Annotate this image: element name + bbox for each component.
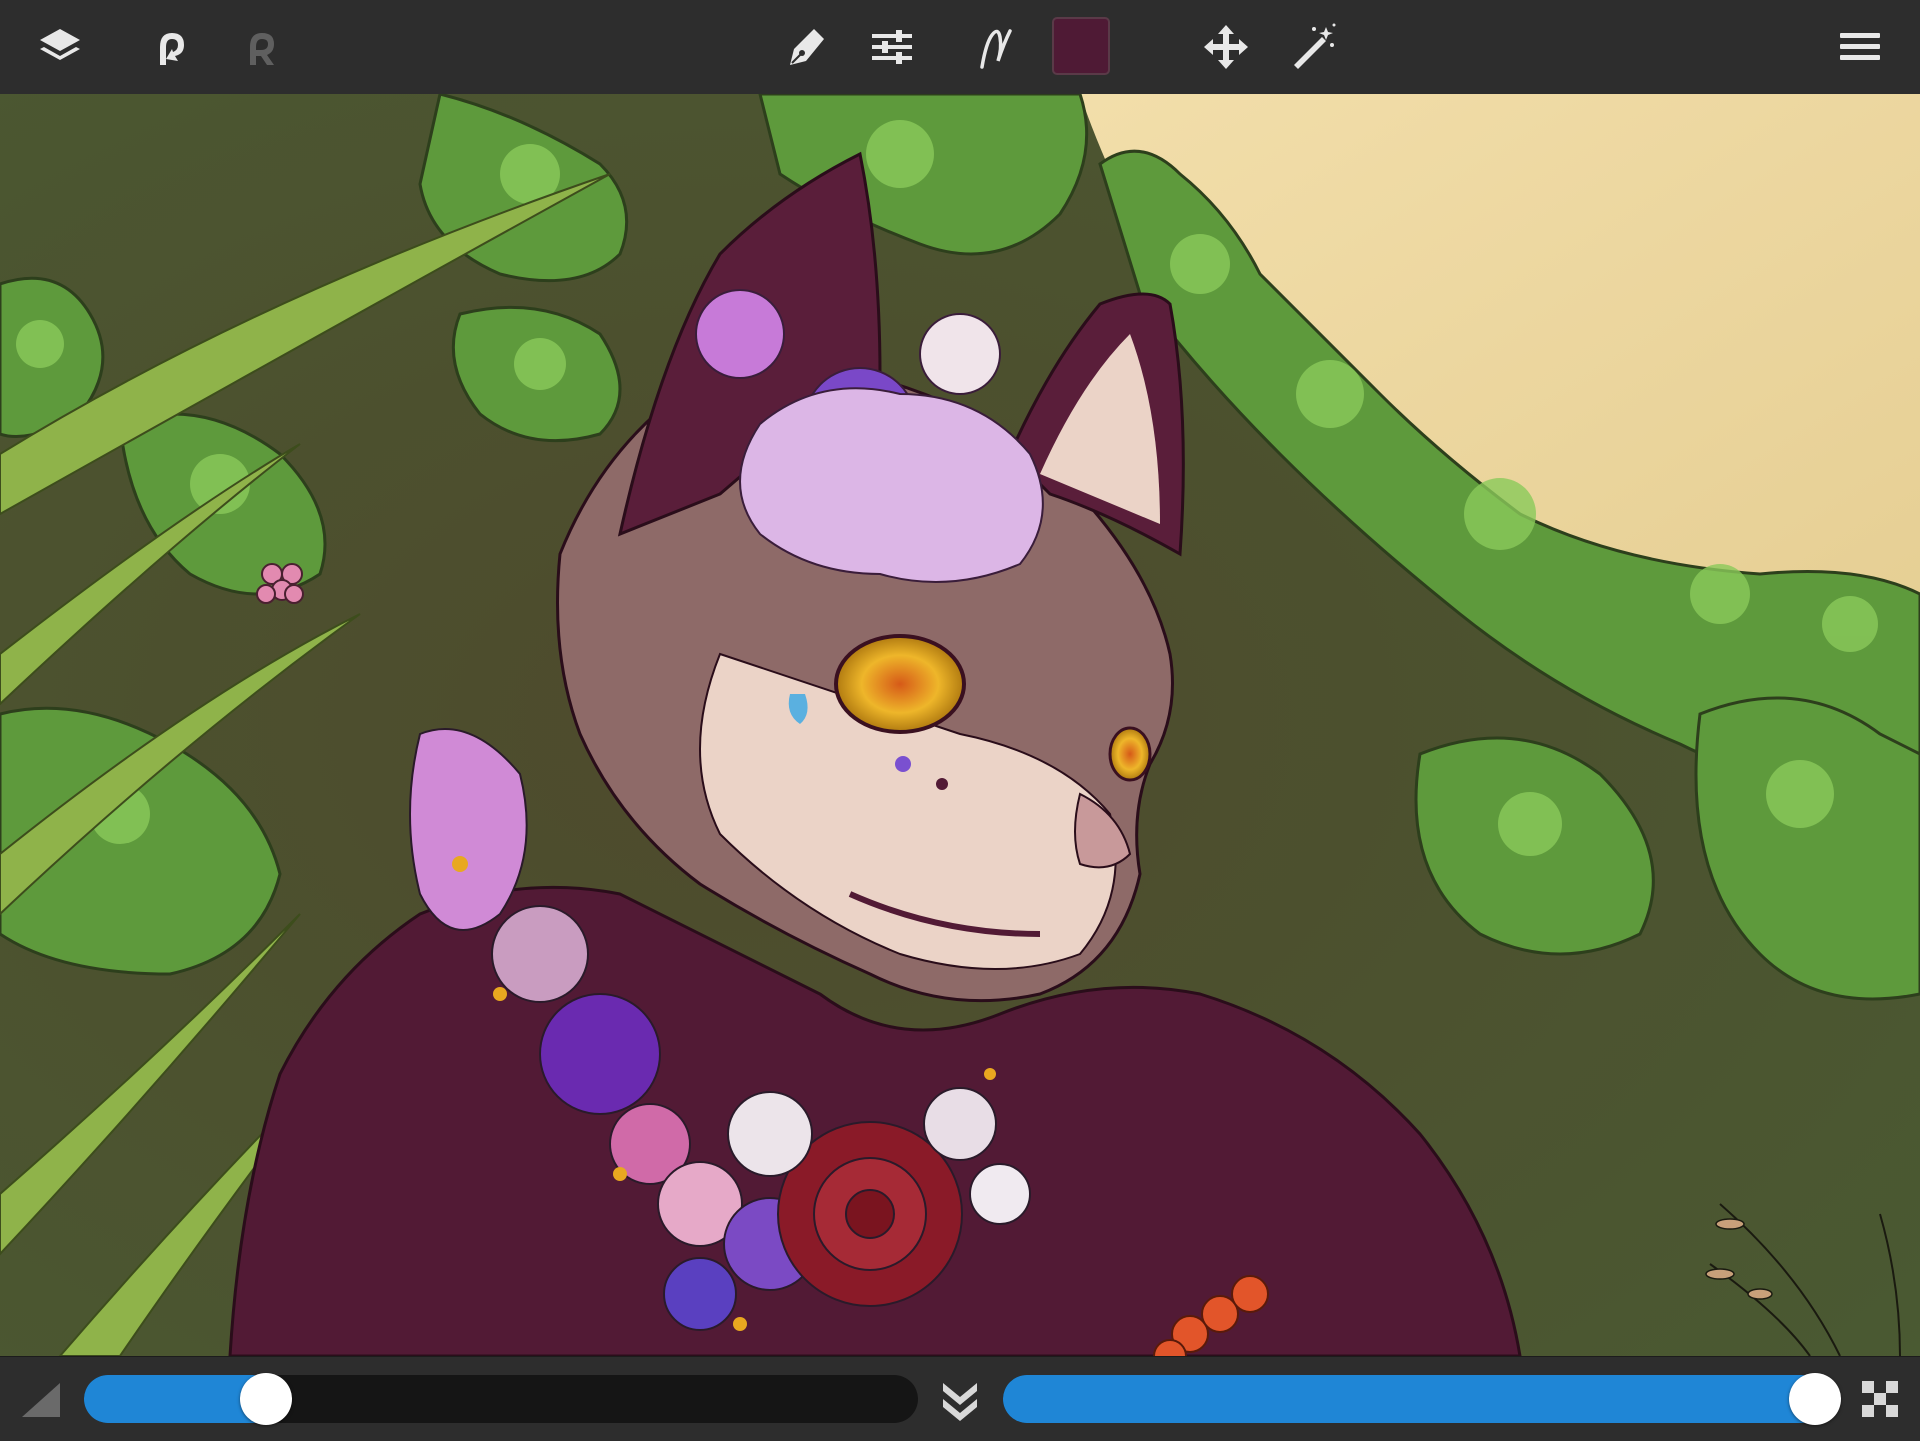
redo-button[interactable] (230, 17, 290, 77)
brush-opacity-slider[interactable] (1003, 1373, 1841, 1425)
adjustments-icon (872, 30, 912, 64)
brush-button[interactable] (966, 17, 1026, 77)
brush-stroke-icon (980, 29, 1012, 69)
double-chevron-down-icon[interactable] (937, 1377, 983, 1423)
brush-opacity-knob[interactable] (1789, 1373, 1841, 1425)
pen-icon (790, 29, 824, 65)
layers-icon (40, 29, 80, 60)
color-swatch[interactable] (1052, 17, 1110, 75)
menu-icon (1840, 33, 1880, 60)
brush-opacity-fill (1003, 1375, 1825, 1423)
brush-size-knob[interactable] (240, 1373, 293, 1425)
magic-wand-icon (1294, 23, 1336, 69)
redo-icon (250, 33, 274, 65)
main-menu-button[interactable] (1830, 17, 1890, 77)
top-toolbar (0, 0, 1920, 95)
opacity-checker-icon (1862, 1381, 1898, 1417)
undo-button[interactable] (138, 17, 198, 77)
pen-tool-button[interactable] (776, 17, 836, 77)
artwork-image (0, 94, 1920, 1356)
bottom-toolbar (0, 1356, 1920, 1441)
undo-icon (160, 33, 184, 65)
layers-button[interactable] (30, 17, 90, 77)
adjustments-button[interactable] (862, 17, 922, 77)
move-tool-button[interactable] (1196, 17, 1256, 77)
magic-wand-button[interactable] (1282, 17, 1342, 77)
move-icon (1204, 25, 1248, 69)
brush-size-slider[interactable] (84, 1373, 918, 1425)
drawing-canvas[interactable] (0, 94, 1920, 1356)
brush-size-icon (22, 1383, 60, 1417)
